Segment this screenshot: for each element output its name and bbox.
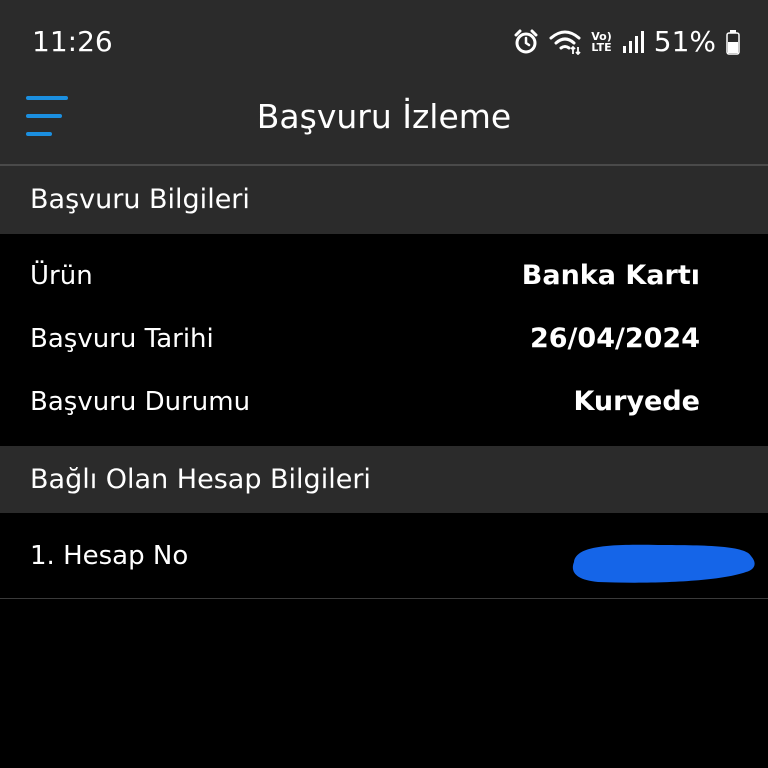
row-value: Banka Kartı (521, 260, 700, 291)
volte-indicator: Vo) LTE (591, 31, 612, 53)
wifi-icon (549, 30, 581, 55)
lte-label: LTE (591, 41, 612, 54)
row-label: Başvuru Tarihi (30, 324, 214, 354)
battery-icon (726, 30, 740, 55)
status-time: 11:26 (32, 25, 113, 58)
info-row-application-status: Başvuru Durumu Kuryede (0, 372, 768, 432)
alarm-icon (514, 29, 538, 54)
list-bottom-divider (0, 598, 768, 599)
signal-icon (622, 31, 644, 53)
status-bar: 11:26 Vo) LTE 51% (0, 0, 768, 82)
status-icons: Vo) LTE 51% (513, 24, 740, 60)
row-value: 26/04/2024 (529, 323, 700, 354)
page-title: Başvuru İzleme (256, 97, 512, 136)
row-label: 1. Hesap No (30, 541, 189, 571)
row-label: Ürün (30, 261, 93, 291)
info-row-product: Ürün Banka Kartı (0, 246, 768, 306)
row-label: Başvuru Durumu (30, 387, 251, 417)
app-header: Başvuru İzleme (0, 82, 768, 166)
info-row-application-date: Başvuru Tarihi 26/04/2024 (0, 309, 768, 369)
app-screen: 11:26 Vo) LTE 51% Başvuru İzleme Başvuru… (0, 0, 768, 768)
row-value: Kuryede (573, 386, 700, 417)
section-header-application-info: Başvuru Bilgileri (0, 166, 768, 234)
section-title: Bağlı Olan Hesap Bilgileri (30, 464, 371, 495)
battery-percent: 51% (653, 25, 716, 58)
section-title: Başvuru Bilgileri (30, 184, 250, 215)
redaction-scribble (572, 544, 755, 583)
section-header-linked-accounts: Bağlı Olan Hesap Bilgileri (0, 446, 768, 513)
